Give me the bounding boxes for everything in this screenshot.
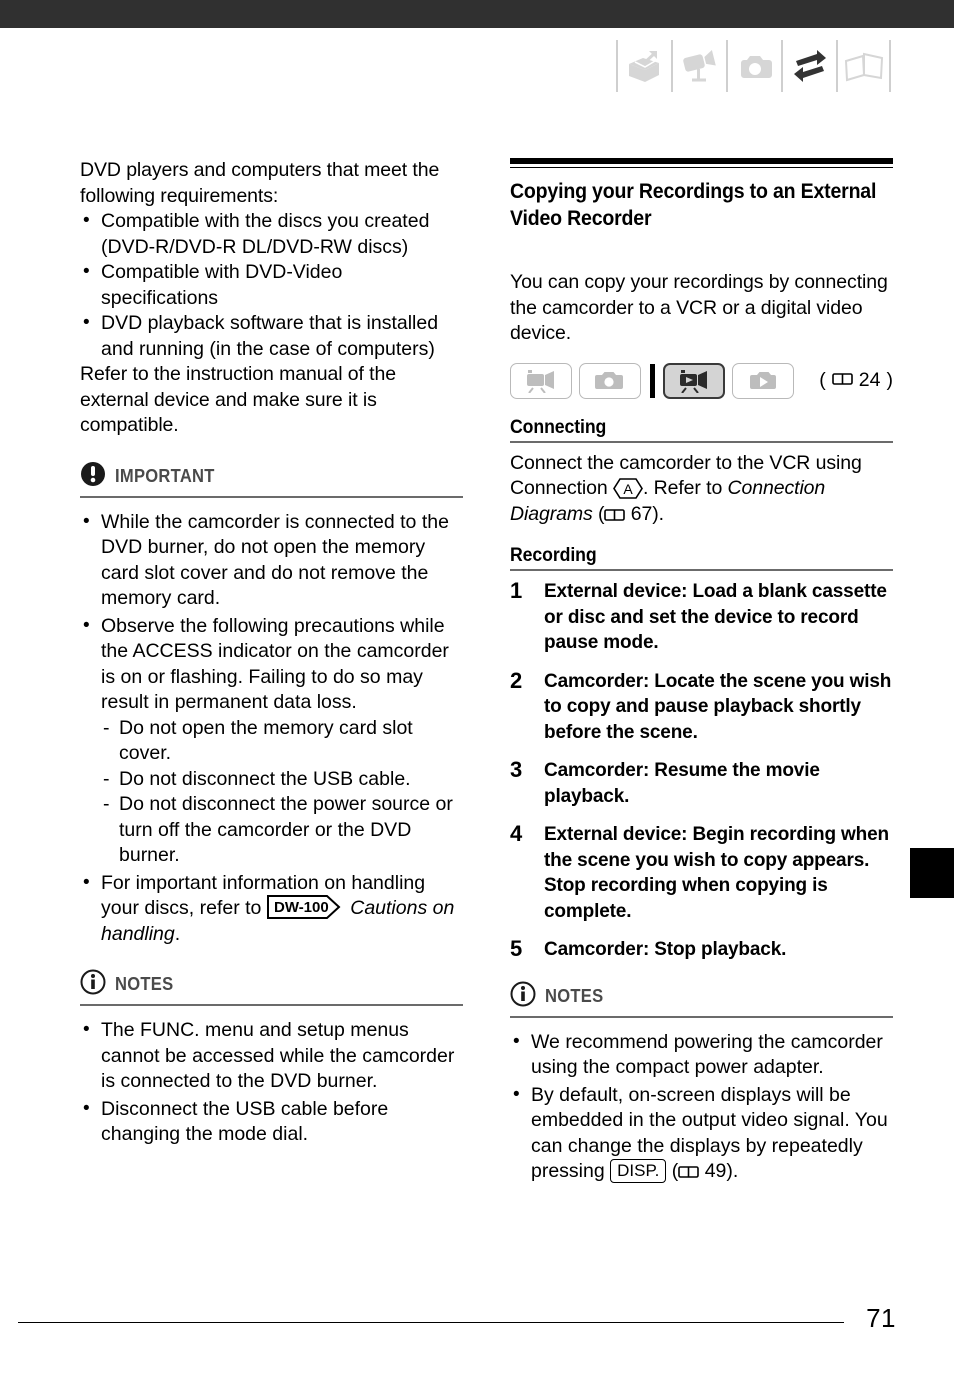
divider	[510, 569, 893, 571]
notes-callout-header: NOTES	[510, 981, 893, 1016]
book-page-icon	[831, 369, 853, 392]
requirements-list: Compatible with the discs you created (D…	[80, 208, 463, 362]
mode-page-reference: ( 24)	[819, 369, 893, 392]
important-callout-header: IMPORTANT	[80, 461, 463, 496]
connection-a-badge: A	[613, 478, 643, 499]
notes-page-number: 49	[704, 1160, 727, 1182]
two-way-arrows-icon	[781, 40, 836, 92]
list-item: For important information on handling yo…	[80, 870, 463, 948]
important-callout-title: IMPORTANT	[115, 465, 215, 486]
step-text: Camcorder: Locate the scene you wish to …	[544, 670, 892, 743]
info-circle-icon	[80, 969, 106, 1000]
svg-text:A: A	[623, 481, 633, 497]
mode-photo-record[interactable]	[579, 362, 642, 399]
mode-button-row: ( 24)	[510, 362, 893, 399]
step-number: 2	[510, 667, 523, 693]
list-item: Do not disconnect the power source or tu…	[101, 792, 463, 869]
list-item: 1 External device: Load a blank cassette…	[510, 578, 893, 656]
mode-group-separator	[650, 363, 655, 398]
dw-100-badge: DW-100	[266, 895, 345, 919]
list-item: By default, on-screen displays will be e…	[510, 1082, 893, 1187]
list-item: Do not disconnect the USB cable.	[101, 767, 463, 793]
list-item: The FUNC. menu and setup menus cannot be…	[80, 1017, 463, 1095]
mode-video-playback[interactable]	[662, 362, 726, 399]
step-number: 1	[510, 578, 523, 603]
svg-text:DW-100: DW-100	[274, 899, 329, 916]
top-dark-bar	[0, 0, 954, 28]
list-item: 2 Camcorder: Locate the scene you wish t…	[510, 667, 893, 746]
book-page-icon	[678, 1161, 700, 1187]
section-rule	[510, 158, 893, 168]
notes-callout-header: NOTES	[80, 969, 463, 1004]
right-column: Copying your Recordings to an External V…	[510, 158, 893, 1187]
important-list: While the camcorder is connected to the …	[80, 509, 463, 716]
book-page-icon	[604, 504, 626, 530]
camcorder-icon	[671, 40, 726, 92]
list-item: We recommend powering the camcorder usin…	[510, 1029, 893, 1081]
notes-callout-right: NOTES We recommend powering the camcorde…	[510, 981, 893, 1187]
mode-page-number: 24	[858, 369, 881, 391]
step-number: 4	[510, 821, 523, 846]
notes-list-right: We recommend powering the camcorder usin…	[510, 1029, 893, 1187]
divider	[510, 440, 893, 443]
list-item: DVD playback software that is installed …	[80, 310, 463, 362]
list-item: Compatible with the discs you created (D…	[80, 208, 463, 260]
step-text: External device: Begin recording when th…	[544, 824, 889, 922]
page-number: 71	[866, 1303, 896, 1333]
connecting-text-end: ).	[652, 502, 664, 525]
step-number: 5	[510, 936, 523, 961]
notes-callout-title: NOTES	[545, 985, 604, 1006]
exclamation-circle-icon	[80, 461, 106, 492]
list-item: While the camcorder is connected to the …	[80, 509, 463, 612]
important-callout: IMPORTANT While the camcorder is connect…	[80, 461, 463, 948]
step-number: 3	[510, 757, 523, 782]
chapter-thumb-tab	[910, 848, 954, 898]
list-item: Disconnect the USB cable before changing…	[80, 1096, 463, 1148]
list-item: 4 External device: Begin recording when …	[510, 821, 893, 924]
step-text: Camcorder: Stop playback.	[544, 939, 787, 960]
disp-button-badge: DISP.	[610, 1159, 667, 1183]
connecting-text-after: . Refer to	[642, 477, 723, 499]
list-item: Observe the following precautions while …	[80, 613, 463, 716]
notes-list-left: The FUNC. menu and setup menus cannot be…	[80, 1017, 463, 1148]
period: .	[174, 922, 181, 945]
intro-paragraph: DVD players and computers that meet the …	[80, 159, 440, 207]
notes-callout-title: NOTES	[115, 974, 174, 994]
footer-divider	[18, 1322, 844, 1323]
closing-paragraph: Refer to the instruction manual of the e…	[80, 363, 396, 436]
mode-video-record[interactable]	[510, 362, 573, 399]
list-item: 5 Camcorder: Stop playback.	[510, 936, 893, 963]
list-item: Compatible with DVD-Video specifications	[80, 259, 463, 311]
section-intro-paragraph: You can copy your recordings by connecti…	[510, 271, 888, 344]
notes-text-end: ).	[726, 1160, 739, 1182]
left-column: DVD players and computers that meet the …	[80, 158, 463, 1148]
list-item: 3 Camcorder: Resume the movie playback.	[510, 757, 893, 809]
info-circle-icon	[510, 981, 536, 1012]
notes-callout-left: NOTES The FUNC. menu and setup menus can…	[80, 969, 463, 1148]
divider	[80, 495, 463, 498]
page-title: Copying your Recordings to an External V…	[510, 180, 877, 230]
open-book-icon	[836, 40, 891, 92]
divider	[80, 1004, 463, 1006]
step-text: Camcorder: Resume the movie playback.	[544, 760, 820, 807]
chapter-icon-strip	[616, 40, 891, 92]
mode-photo-playback[interactable]	[732, 362, 795, 399]
recording-steps: 1 External device: Load a blank cassette…	[510, 578, 893, 963]
connecting-heading: Connecting	[510, 416, 607, 438]
important-sub-list: Do not open the memory card slot cover. …	[80, 716, 463, 869]
step-text: External device: Load a blank cassette o…	[544, 581, 887, 653]
recording-heading: Recording	[510, 545, 597, 566]
photo-camera-icon	[726, 40, 781, 92]
connecting-page-number: 67	[630, 502, 653, 525]
important-list-tail: For important information on handling yo…	[80, 870, 463, 948]
unpacking-box-icon	[616, 40, 671, 92]
list-item: Do not open the memory card slot cover.	[101, 716, 463, 767]
divider	[510, 1015, 893, 1018]
connecting-paragraph: Connect the camcorder to the VCR using C…	[510, 451, 893, 530]
